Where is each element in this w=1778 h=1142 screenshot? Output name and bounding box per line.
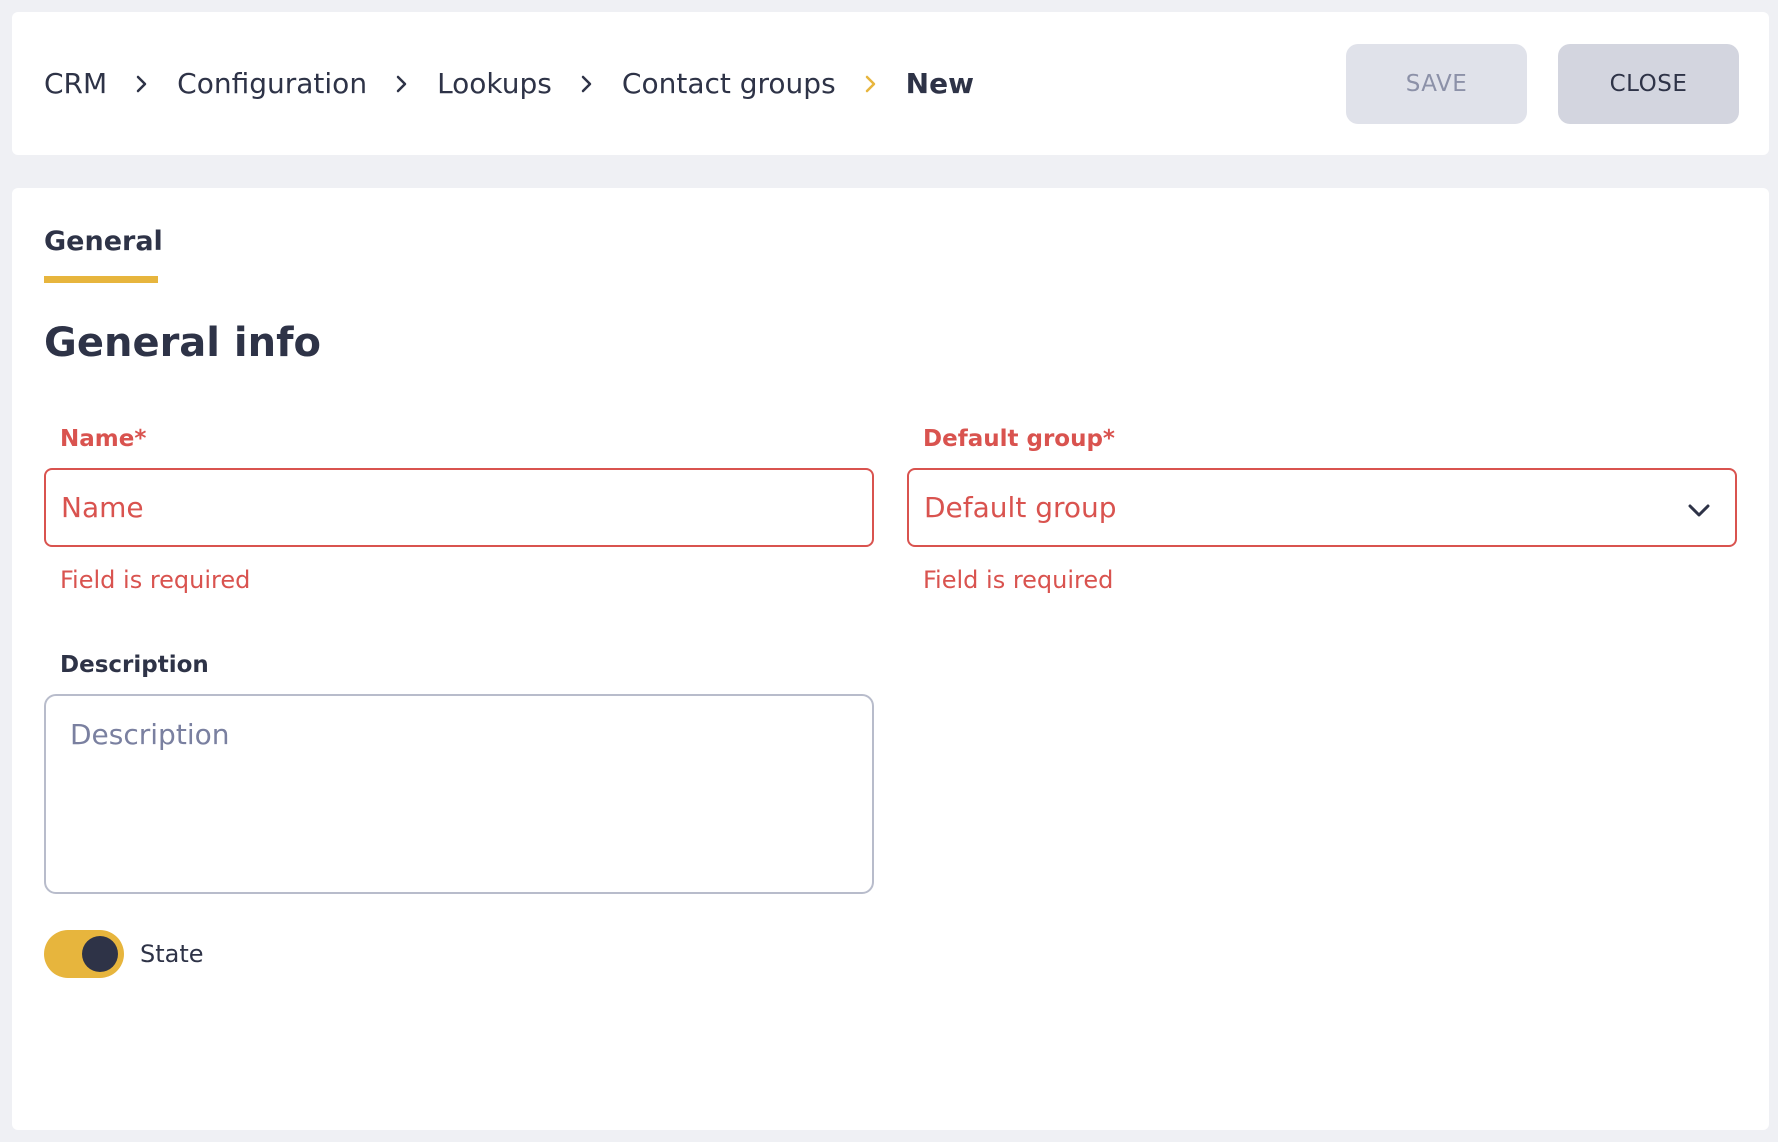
breadcrumb: CRM Configuration Lookups Contact groups… bbox=[44, 12, 974, 155]
main-panel: General General info Name* Field is requ… bbox=[12, 188, 1769, 1130]
tab-general[interactable]: General bbox=[44, 226, 163, 257]
breadcrumb-current: New bbox=[905, 67, 974, 100]
description-box bbox=[44, 694, 874, 894]
state-toggle[interactable] bbox=[44, 930, 124, 978]
name-error: Field is required bbox=[60, 566, 251, 594]
section-title: General info bbox=[44, 320, 321, 366]
breadcrumb-item-lookups[interactable]: Lookups bbox=[437, 67, 552, 100]
name-input[interactable] bbox=[61, 491, 872, 524]
description-label: Description bbox=[60, 652, 209, 678]
state-label: State bbox=[140, 940, 204, 968]
chevron-right-icon bbox=[580, 74, 594, 94]
default-group-placeholder: Default group bbox=[924, 491, 1117, 524]
breadcrumb-item-crm[interactable]: CRM bbox=[44, 67, 107, 100]
default-group-label: Default group* bbox=[923, 426, 1115, 452]
header-panel: CRM Configuration Lookups Contact groups… bbox=[12, 12, 1769, 155]
name-field-box bbox=[44, 468, 874, 547]
breadcrumb-item-configuration[interactable]: Configuration bbox=[177, 67, 367, 100]
tab-active-indicator bbox=[44, 276, 158, 283]
save-button[interactable]: SAVE bbox=[1346, 44, 1527, 124]
default-group-select[interactable]: Default group bbox=[907, 468, 1737, 547]
description-textarea[interactable] bbox=[46, 696, 872, 892]
chevron-down-icon bbox=[1685, 496, 1713, 524]
close-button[interactable]: CLOSE bbox=[1558, 44, 1739, 124]
chevron-right-icon bbox=[135, 74, 149, 94]
default-group-error: Field is required bbox=[923, 566, 1114, 594]
chevron-right-icon bbox=[395, 74, 409, 94]
breadcrumb-item-contact-groups[interactable]: Contact groups bbox=[622, 67, 836, 100]
toggle-knob bbox=[82, 936, 118, 972]
chevron-right-icon bbox=[864, 74, 878, 94]
name-label: Name* bbox=[60, 426, 147, 452]
